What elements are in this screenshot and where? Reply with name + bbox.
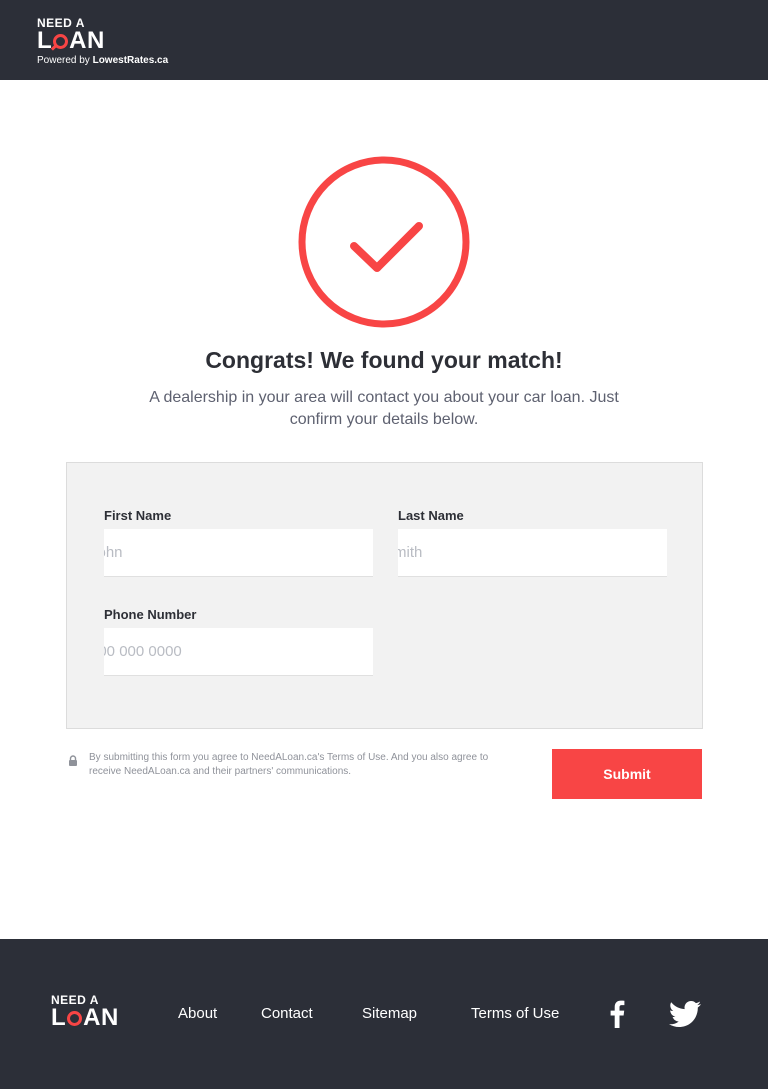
phone-label: Phone Number xyxy=(104,607,197,622)
logo[interactable]: NEED A L AN Powered by LowestRates.ca xyxy=(37,17,168,67)
footer-link-sitemap[interactable]: Sitemap xyxy=(362,1005,417,1022)
last-name-input[interactable] xyxy=(398,529,667,577)
footer-link-terms[interactable]: Terms of Use xyxy=(471,1005,559,1022)
magnifier-icon xyxy=(53,33,69,49)
details-form: First Name Last Name Phone Number xyxy=(66,462,703,729)
logo-line2: L AN xyxy=(37,27,105,54)
page-title: Congrats! We found your match! xyxy=(205,347,563,373)
first-name-input[interactable] xyxy=(104,529,373,577)
phone-input[interactable] xyxy=(104,628,373,676)
lock-icon xyxy=(69,755,77,766)
header: NEED A L AN Powered by LowestRates.ca xyxy=(0,0,768,80)
footer-logo[interactable]: NEED A L AN xyxy=(51,994,119,1030)
footer-link-contact[interactable]: Contact xyxy=(261,1005,313,1022)
success-check-icon xyxy=(298,156,470,328)
powered-by: Powered by LowestRates.ca xyxy=(37,55,169,66)
footer-logo-line2: L AN xyxy=(51,1004,119,1031)
magnifier-icon xyxy=(67,1010,83,1026)
footer: NEED A L AN About Contact Sitemap Terms o… xyxy=(0,939,768,1089)
first-name-label: First Name xyxy=(104,508,172,523)
twitter-icon[interactable] xyxy=(669,1001,701,1027)
submit-button[interactable]: Submit xyxy=(552,749,702,799)
legal-notice: By submitting this form you agree to Nee… xyxy=(68,751,518,779)
footer-link-about[interactable]: About xyxy=(178,1005,217,1022)
legal-text: By submitting this form you agree to Nee… xyxy=(89,752,489,777)
page-subtitle: A dealership in your area will contact y… xyxy=(149,389,619,428)
last-name-label: Last Name xyxy=(398,508,464,523)
facebook-icon[interactable] xyxy=(608,1000,626,1028)
